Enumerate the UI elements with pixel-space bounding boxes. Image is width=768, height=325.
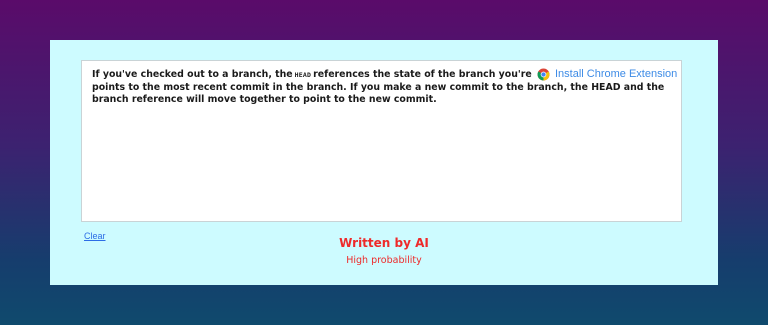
inline-code-head: HEAD [294, 71, 312, 79]
result-probability: High probability [346, 255, 422, 266]
chrome-icon [537, 68, 550, 80]
detector-panel: If you've checked out to a branch, the HE… [50, 40, 718, 285]
install-chrome-extension-button[interactable]: Install Chrome Extension [534, 66, 681, 82]
result-title: Written by AI [339, 236, 429, 250]
text-input-area[interactable]: If you've checked out to a branch, the HE… [81, 60, 682, 222]
input-text-part1: If you've checked out to a branch, the [92, 69, 293, 80]
install-extension-label: Install Chrome Extension [555, 68, 678, 80]
